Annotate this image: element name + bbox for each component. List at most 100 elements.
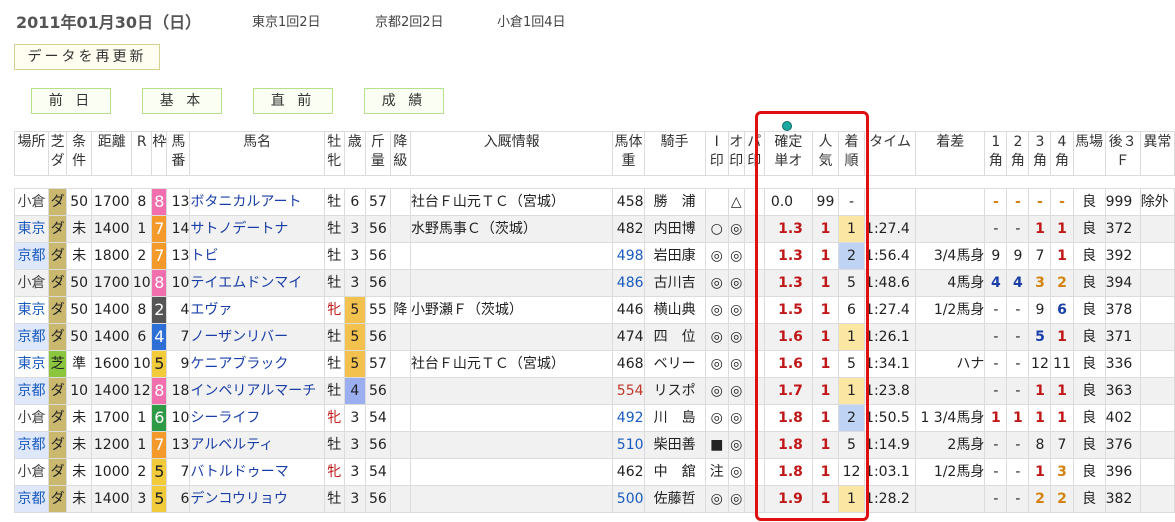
horse-name-link[interactable]: シーライフ xyxy=(189,404,325,432)
horse-name-link[interactable]: アルベルティ xyxy=(189,431,325,459)
surface-cell: ダ xyxy=(48,296,68,324)
o-mark-cell: ◎ xyxy=(727,431,745,459)
column-header[interactable]: パ印 xyxy=(743,131,765,176)
going-cell: 良 xyxy=(1072,215,1106,243)
column-header[interactable]: 3角 xyxy=(1028,131,1052,176)
abnormal-cell xyxy=(1139,485,1175,513)
column-header[interactable]: 場所 xyxy=(13,131,50,176)
time-cell: 1:56.4 xyxy=(864,242,917,270)
surface-cell: ダ xyxy=(48,431,68,459)
column-header[interactable]: 歳 xyxy=(343,131,366,176)
corner-position-cell: - xyxy=(1028,188,1052,216)
track-cell: 京都 xyxy=(13,323,50,351)
p-mark-cell xyxy=(743,323,765,351)
stable-info-cell xyxy=(409,404,614,432)
odds-cell: 1.3 xyxy=(763,269,813,297)
prev-day-button[interactable]: 前 日 xyxy=(31,88,111,114)
pre-race-view-button[interactable]: 直 前 xyxy=(253,88,333,114)
p-mark-cell xyxy=(743,377,765,405)
table-row[interactable]: 京都ダ未 1400 3 5 6 デンコウリョウ牡 3 56 500 佐藤哲 ◎ ◎ 1.9 1 1 1:28.… xyxy=(13,485,1175,513)
horse-name-link[interactable]: バトルドゥーマ xyxy=(189,458,325,486)
odds-cell: 1.3 xyxy=(763,215,813,243)
table-row[interactable]: 小倉ダ未 1000 2 5 7 バトルドゥーマ牝 3 54 462 中 舘注 ◎ 1.8 1 12 1:03… xyxy=(13,458,1175,486)
column-header[interactable]: 降級 xyxy=(389,131,411,176)
track-cell: 小倉 xyxy=(13,404,50,432)
column-header[interactable]: 4角 xyxy=(1050,131,1074,176)
column-header[interactable]: 斤量 xyxy=(364,131,391,176)
horse-name-link[interactable]: トビ xyxy=(189,242,325,270)
table-row[interactable]: 小倉ダ 50 1700 10 8 10 テイエムドンマイ牡 3 56 486 古川吉 ◎ ◎ 1.3 1 5 1… xyxy=(13,269,1175,297)
popularity-cell: 1 xyxy=(811,269,839,297)
horse-name-link[interactable]: ノーザンリバー xyxy=(189,323,325,351)
column-header[interactable]: 2角 xyxy=(1006,131,1030,176)
table-row[interactable]: 京都ダ 50 1400 6 4 7 ノーザンリバー牡 5 56 474 四 位 ◎ ◎ 1.6 1 1 1:26… xyxy=(13,323,1175,351)
time-cell: 1:23.8 xyxy=(864,377,917,405)
demotion-cell xyxy=(389,188,411,216)
column-header-label: 角 xyxy=(1055,153,1069,169)
column-header[interactable]: 条件 xyxy=(66,131,93,176)
column-header[interactable]: 1角 xyxy=(984,131,1008,176)
horse-name-link[interactable]: ケニアブラック xyxy=(189,350,325,378)
table-row[interactable]: 東京ダ未 1400 1 7 14 サトノデートナ牡 3 56 水野馬事Ｃ（茨城） 482 内田博 ○ ◎… xyxy=(13,215,1175,243)
weight-carried-cell: 57 xyxy=(364,350,391,378)
time-cell: 1:27.4 xyxy=(864,215,917,243)
corner-position-cell: 1 xyxy=(1028,377,1052,405)
table-row[interactable]: 京都ダ未 1200 1 7 13 アルベルティ牡 3 56 510 柴田善 ■ ◎ 1.8 1 5 1:14.… xyxy=(13,431,1175,459)
margin-cell: 1 3/4馬身 xyxy=(915,404,986,432)
column-header[interactable]: 枠 xyxy=(151,131,168,176)
horse-name-link[interactable]: エヴァ xyxy=(189,296,325,324)
column-header[interactable]: 馬場 xyxy=(1072,131,1106,176)
table-row[interactable]: 京都ダ未 1800 2 7 13 トビ牡 3 56 498 岩田康 ◎ ◎ 1.3 1 2 1:56.4 3/4… xyxy=(13,242,1175,270)
time-cell: 1:03.1 xyxy=(864,458,917,486)
margin-cell xyxy=(915,485,986,513)
column-header[interactable]: 騎手 xyxy=(643,131,706,176)
column-header[interactable]: 馬番 xyxy=(166,131,191,176)
time-cell: 1:34.1 xyxy=(864,350,917,378)
table-row[interactable]: 京都ダ 10 1400 12 8 18 インペリアルマーチ牡 4 56 554 リスポ ◎ ◎ 1.7 1 1… xyxy=(13,377,1175,405)
odds-cell: 1.8 xyxy=(763,431,813,459)
horse-name-link[interactable]: テイエムドンマイ xyxy=(189,269,325,297)
column-header[interactable]: R xyxy=(131,131,153,176)
horse-name-link[interactable]: サトノデートナ xyxy=(189,215,325,243)
corner-position-cell: - xyxy=(984,431,1008,459)
o-mark-cell: ◎ xyxy=(727,323,745,351)
column-header[interactable]: 人気 xyxy=(811,131,839,176)
column-header[interactable]: 馬体重 xyxy=(612,131,645,176)
table-row[interactable]: 小倉ダ未 1700 1 6 10 シーライフ牝 3 54 492 川 島 ◎ ◎ 1.8 1 2 1:50.5… xyxy=(13,404,1175,432)
column-header[interactable]: 後３ Ｆ xyxy=(1104,131,1141,176)
p-mark-cell xyxy=(743,404,765,432)
popularity-cell: 1 xyxy=(811,323,839,351)
column-header[interactable]: タイム xyxy=(864,131,917,176)
column-header[interactable]: I印 xyxy=(704,131,729,176)
column-header[interactable]: 入厩情報 xyxy=(409,131,614,176)
basic-view-button[interactable]: 基 本 xyxy=(142,88,222,114)
corner-position-cell: - xyxy=(984,485,1008,513)
column-header[interactable]: 着順 xyxy=(837,131,866,176)
weight-carried-cell: 56 xyxy=(364,323,391,351)
column-header[interactable]: 距離 xyxy=(91,131,133,176)
age-cell: 5 xyxy=(343,323,366,351)
refresh-data-button[interactable]: データを再更新 xyxy=(14,44,160,70)
horse-name-link[interactable]: ボタニカルアート xyxy=(189,188,325,216)
surface-cell: ダ xyxy=(48,458,68,486)
column-header[interactable]: 異常 xyxy=(1139,131,1175,176)
column-header[interactable]: 牡牝 xyxy=(323,131,345,176)
o-mark-cell: △ xyxy=(727,188,745,216)
column-header[interactable]: オ印 xyxy=(727,131,745,176)
spacer-row xyxy=(14,175,1175,189)
column-header[interactable]: 確定 単オ xyxy=(763,131,813,176)
corner-position-cell: - xyxy=(1006,350,1030,378)
abnormal-cell xyxy=(1139,377,1175,405)
horse-name-link[interactable]: デンコウリョウ xyxy=(189,485,325,513)
horse-name-link[interactable]: インペリアルマーチ xyxy=(189,377,325,405)
results-view-button[interactable]: 成 績 xyxy=(364,88,444,114)
column-header[interactable]: 着差 xyxy=(915,131,986,176)
table-row[interactable]: 小倉ダ 50 1700 8 8 13 ボタニカルアート牡 6 57 社台Ｆ山元ＴＣ（宮城） 458 勝… xyxy=(13,188,1175,216)
table-row[interactable]: 東京芝準 1600 10 5 9 ケニアブラック牡 5 57 社台Ｆ山元ＴＣ（宮城） 468 ベリー… xyxy=(13,350,1175,378)
stable-info-cell xyxy=(409,458,614,486)
table-row[interactable]: 東京ダ 50 1400 8 2 4 エヴァ牝 5 55 降小野瀬Ｆ（茨城） 446 横山典 ◎ ◎ 1.5 1… xyxy=(13,296,1175,324)
track-cell: 小倉 xyxy=(13,188,50,216)
column-header[interactable]: 芝ダ xyxy=(48,131,68,176)
column-header[interactable]: 馬名 xyxy=(189,131,325,176)
body-weight-cell: 554 xyxy=(612,377,645,405)
